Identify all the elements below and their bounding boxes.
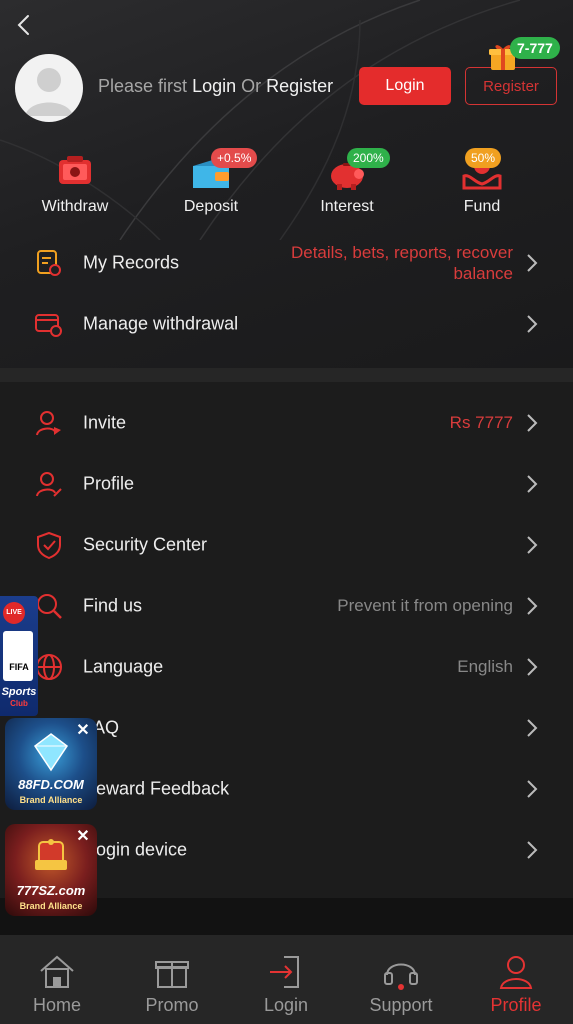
menu-item-invite[interactable]: Invite Rs 7777	[0, 392, 573, 453]
chevron-right-icon	[527, 253, 538, 272]
security-center-label: Security Center	[83, 534, 208, 554]
user-silhouette-icon	[25, 68, 73, 116]
interest-action[interactable]: 200% Interest	[292, 148, 402, 216]
register-button[interactable]: Register	[465, 67, 557, 105]
trophy-icon	[3, 631, 33, 681]
manage-withdrawal-row[interactable]: Manage withdrawal	[0, 293, 573, 354]
profile-label: Profile	[83, 473, 135, 493]
tab-login[interactable]: Login	[231, 953, 341, 1016]
login-icon	[270, 956, 299, 988]
fund-label: Fund	[463, 198, 501, 215]
language-value: English	[457, 656, 513, 676]
menu-item-profile[interactable]: Profile	[0, 453, 573, 514]
diamond-icon	[33, 733, 69, 772]
tab-home[interactable]: Home	[2, 953, 112, 1016]
chevron-right-icon	[527, 535, 538, 554]
reward-feedback-label: eward Feedback	[96, 778, 230, 798]
my-records-row[interactable]: My Records Details, bets, reports, recov…	[0, 232, 573, 293]
login-button[interactable]: Login	[359, 67, 451, 105]
tab-promo-label: Promo	[145, 995, 199, 1015]
interest-label: Interest	[320, 198, 374, 215]
my-records-label: My Records	[83, 252, 180, 272]
deposit-action[interactable]: +0.5% Deposit	[156, 148, 266, 216]
find-us-label: Find us	[83, 595, 143, 615]
back-arrow-icon[interactable]	[12, 12, 36, 38]
records-icon	[37, 249, 61, 276]
withdraw-action[interactable]: Withdraw	[20, 150, 130, 216]
ad-88fd-brand: 88FD.COM	[18, 777, 84, 792]
menu-item-security-center[interactable]: Security Center	[0, 514, 573, 575]
close-icon[interactable]: ✕	[74, 828, 92, 846]
close-icon[interactable]: ✕	[74, 722, 92, 740]
tab-home-label: Home	[32, 995, 81, 1015]
login-device-label: ogin device	[96, 839, 188, 859]
login-prompt-or: Or	[241, 76, 262, 96]
my-records-hint: Details, bets, reports, recover balance	[291, 242, 513, 284]
profile-edit-icon	[36, 471, 62, 497]
withdraw-label: Withdraw	[41, 198, 109, 215]
withdraw-icon	[59, 156, 91, 184]
ad-777sz-sub: Brand Alliance	[19, 901, 83, 911]
invite-icon	[36, 410, 61, 435]
home-icon	[40, 955, 74, 988]
login-prompt: Please first Login Or Register	[98, 76, 333, 97]
language-label: Language	[83, 656, 164, 676]
menu-item-language[interactable]: Language English	[0, 636, 573, 697]
profile-header: Please first Login Or Register Login Reg…	[0, 0, 573, 370]
invite-label: Invite	[83, 412, 127, 432]
ad-88fd-float[interactable]: ✕ 88FD.COM Brand Alliance	[5, 718, 97, 810]
interest-badge: 200%	[347, 148, 390, 168]
chevron-right-icon	[527, 596, 538, 615]
login-prompt-prefix: Please first	[98, 76, 188, 96]
invite-reward: Rs 7777	[449, 412, 513, 432]
throne-icon	[35, 839, 67, 870]
tab-profile[interactable]: Profile	[461, 953, 571, 1016]
fifa-label: FIFA	[9, 662, 29, 672]
chevron-right-icon	[527, 718, 538, 737]
login-prompt-login-link[interactable]: Login	[192, 76, 236, 96]
sports-club-float-banner[interactable]: LIVE FIFA Sports Club	[0, 596, 38, 716]
headset-icon	[384, 963, 418, 990]
tab-support[interactable]: Support	[346, 953, 456, 1016]
section-divider	[0, 368, 573, 382]
bottom-tab-bar: Home Promo Login Support Profile	[0, 935, 573, 1024]
globe-icon	[36, 653, 62, 680]
tab-support-label: Support	[369, 995, 433, 1015]
deposit-label: Deposit	[183, 198, 239, 215]
login-prompt-register-link[interactable]: Register	[266, 76, 333, 96]
find-us-hint: Prevent it from opening	[337, 595, 513, 615]
chevron-right-icon	[527, 314, 538, 333]
chevron-right-icon	[527, 779, 538, 798]
ad-777sz-float[interactable]: ✕ 777SZ.com Brand Alliance	[5, 824, 97, 916]
search-document-icon	[37, 593, 62, 619]
my-records-hint-line1: Details, bets, reports, recover	[290, 242, 513, 262]
chevron-right-icon	[527, 840, 538, 859]
chevron-right-icon	[527, 413, 538, 432]
avatar[interactable]	[15, 54, 83, 122]
fund-badge: 50%	[465, 148, 502, 168]
profile-icon	[499, 956, 533, 989]
deposit-badge: +0.5%	[211, 148, 258, 168]
fund-action[interactable]: 50% Fund	[427, 148, 537, 216]
my-records-hint-line2: balance	[453, 263, 513, 283]
tab-promo[interactable]: Promo	[117, 953, 227, 1016]
manage-withdrawal-label: Manage withdrawal	[83, 313, 239, 333]
shield-icon	[37, 531, 61, 559]
ad-88fd-sub: Brand Alliance	[19, 795, 83, 805]
settings-menu: Invite Rs 7777 Profile Security Center F…	[0, 382, 573, 898]
menu-item-find-us[interactable]: Find us Prevent it from opening	[0, 575, 573, 636]
sports-label: Sports	[1, 686, 37, 698]
chevron-right-icon	[527, 474, 538, 493]
tab-login-label: Login	[263, 995, 309, 1015]
gift-icon	[155, 961, 189, 988]
card-settings-icon	[35, 313, 62, 337]
club-label: Club	[10, 699, 28, 708]
chevron-right-icon	[527, 657, 538, 676]
tab-profile-label: Profile	[490, 995, 542, 1015]
gift-badge: 7-777	[510, 37, 560, 59]
live-badge: LIVE	[3, 602, 25, 624]
ad-777sz-brand: 777SZ.com	[16, 883, 86, 898]
